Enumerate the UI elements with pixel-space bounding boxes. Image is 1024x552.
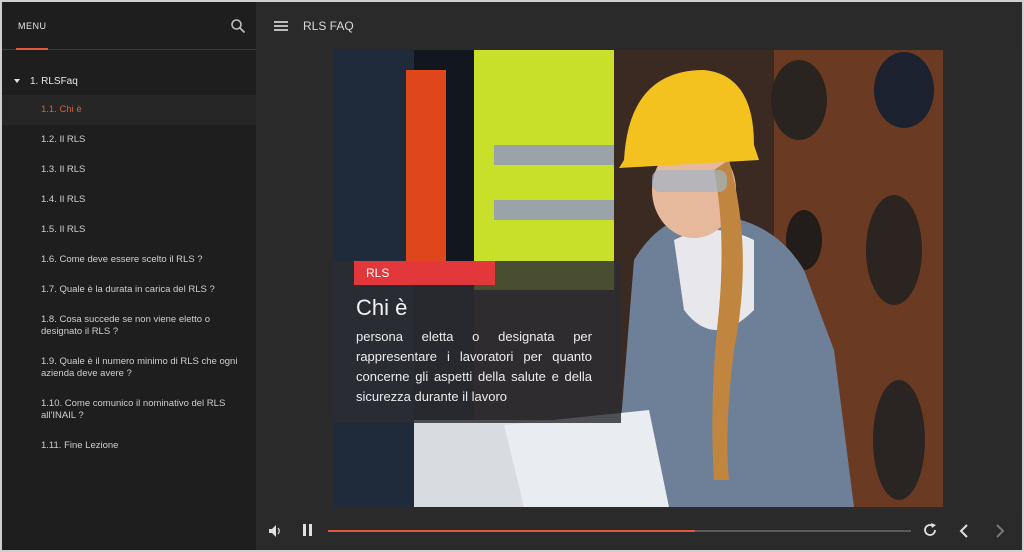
nav-item-1-1[interactable]: 1.1. Chi è (2, 95, 256, 125)
sidebar-header: MENU (2, 2, 256, 50)
volume-icon[interactable] (268, 524, 284, 538)
player-controls (256, 512, 1022, 550)
sidebar: MENU 1. RLSFaq 1.1. Chi è 1.2. Il RLS 1.… (2, 2, 256, 550)
nav-root-rlsfaq[interactable]: 1. RLSFaq (2, 70, 256, 92)
nav-item-1-8[interactable]: 1.8. Cosa succede se non viene eletto o … (2, 305, 256, 347)
nav-item-1-10[interactable]: 1.10. Come comunico il nominativo del RL… (2, 389, 256, 431)
course-title: RLS FAQ (303, 19, 354, 33)
progress-bar[interactable] (328, 530, 911, 532)
pause-icon[interactable] (302, 524, 314, 538)
chevron-left-icon[interactable] (958, 524, 970, 538)
caret-down-icon (14, 79, 20, 83)
nav-item-1-5[interactable]: 1.5. Il RLS (2, 215, 256, 245)
nav-item-1-6[interactable]: 1.6. Come deve essere scelto il RLS ? (2, 245, 256, 275)
slide-caption-card: RLS Chi è persona eletta o designata per… (334, 261, 621, 423)
slide-title: Chi è (356, 295, 408, 320)
slide-canvas: RLS Chi è persona eletta o designata per… (334, 50, 943, 507)
nav-tree: 1. RLSFaq 1.1. Chi è 1.2. Il RLS 1.3. Il… (2, 50, 256, 461)
top-bar: RLS FAQ (256, 2, 1022, 50)
search-icon[interactable] (230, 18, 246, 34)
hamburger-icon[interactable] (274, 21, 288, 31)
nav-item-1-4[interactable]: 1.4. Il RLS (2, 185, 256, 215)
slide-tag: RLS (354, 261, 495, 285)
progress-fill (328, 530, 696, 532)
nav-item-1-7[interactable]: 1.7. Quale è la durata in carica del RLS… (2, 275, 256, 305)
nav-root-label: 1. RLSFaq (30, 75, 78, 87)
nav-item-1-9[interactable]: 1.9. Quale è il numero minimo di RLS che… (2, 347, 256, 389)
nav-item-1-11[interactable]: 1.11. Fine Lezione (2, 431, 256, 461)
menu-underline (16, 48, 48, 50)
chevron-right-icon[interactable] (994, 524, 1006, 538)
reload-icon[interactable] (922, 522, 938, 538)
menu-label: MENU (18, 21, 47, 31)
nav-item-1-3[interactable]: 1.3. Il RLS (2, 155, 256, 185)
slide-body-text: persona eletta o designata per rappresen… (356, 329, 592, 404)
nav-item-1-2[interactable]: 1.2. Il RLS (2, 125, 256, 155)
